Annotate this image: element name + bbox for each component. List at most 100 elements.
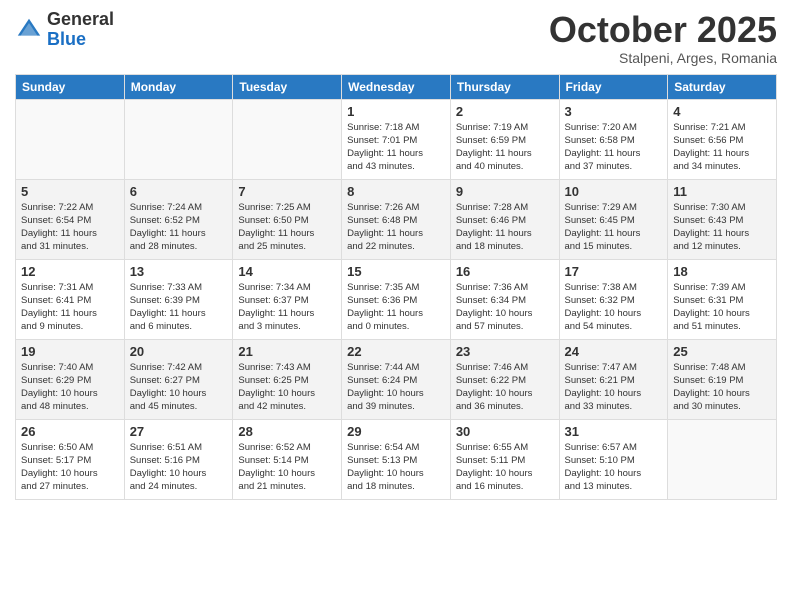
calendar-cell: 10Sunrise: 7:29 AM Sunset: 6:45 PM Dayli… <box>559 179 668 259</box>
calendar-cell: 2 Sunrise: 7:19 AM Sunset: 6:59 PM Daylig… <box>450 99 559 179</box>
day-info: Sunrise: 6:54 AM Sunset: 5:13 PM Dayligh… <box>347 441 445 494</box>
day-info: Sunrise: 7:36 AM Sunset: 6:34 PM Dayligh… <box>456 281 554 334</box>
day-info: Sunrise: 6:50 AM Sunset: 5:17 PM Dayligh… <box>21 441 119 494</box>
header-wednesday: Wednesday <box>342 74 451 99</box>
logo-text: General Blue <box>47 10 114 50</box>
day-info: Sunrise: 7:24 AM Sunset: 6:52 PM Dayligh… <box>130 201 228 254</box>
location-subtitle: Stalpeni, Arges, Romania <box>549 50 777 66</box>
calendar-cell: 27 Sunrise: 6:51 AM Sunset: 5:16 PM Dayli… <box>124 419 233 499</box>
day-number: 16 <box>456 264 554 279</box>
calendar-cell: 12Sunrise: 7:31 AM Sunset: 6:41 PM Dayli… <box>16 259 125 339</box>
day-number: 1 <box>347 104 445 119</box>
day-number: 18 <box>673 264 771 279</box>
calendar-week-row: 12Sunrise: 7:31 AM Sunset: 6:41 PM Dayli… <box>16 259 777 339</box>
day-number: 5 <box>21 184 119 199</box>
day-number: 9 <box>456 184 554 199</box>
day-number: 2 <box>456 104 554 119</box>
header-sunday: Sunday <box>16 74 125 99</box>
header-tuesday: Tuesday <box>233 74 342 99</box>
day-info: Sunrise: 6:57 AM Sunset: 5:10 PM Dayligh… <box>565 441 663 494</box>
day-info: Sunrise: 7:34 AM Sunset: 6:37 PM Dayligh… <box>238 281 336 334</box>
day-number: 3 <box>565 104 663 119</box>
day-number: 26 <box>21 424 119 439</box>
day-number: 15 <box>347 264 445 279</box>
calendar-table: Sunday Monday Tuesday Wednesday Thursday… <box>15 74 777 500</box>
day-info: Sunrise: 7:29 AM Sunset: 6:45 PM Dayligh… <box>565 201 663 254</box>
header-saturday: Saturday <box>668 74 777 99</box>
day-info: Sunrise: 7:33 AM Sunset: 6:39 PM Dayligh… <box>130 281 228 334</box>
day-info: Sunrise: 6:52 AM Sunset: 5:14 PM Dayligh… <box>238 441 336 494</box>
day-info: Sunrise: 7:46 AM Sunset: 6:22 PM Dayligh… <box>456 361 554 414</box>
day-number: 25 <box>673 344 771 359</box>
day-number: 29 <box>347 424 445 439</box>
calendar-cell: 23 Sunrise: 7:46 AM Sunset: 6:22 PM Dayli… <box>450 339 559 419</box>
day-number: 14 <box>238 264 336 279</box>
calendar-cell: 5 Sunrise: 7:22 AM Sunset: 6:54 PM Daylig… <box>16 179 125 259</box>
day-number: 31 <box>565 424 663 439</box>
day-number: 21 <box>238 344 336 359</box>
logo: General Blue <box>15 10 114 50</box>
day-number: 17 <box>565 264 663 279</box>
day-number: 6 <box>130 184 228 199</box>
calendar-cell: 30 Sunrise: 6:55 AM Sunset: 5:11 PM Dayli… <box>450 419 559 499</box>
calendar-cell: 26 Sunrise: 6:50 AM Sunset: 5:17 PM Dayli… <box>16 419 125 499</box>
calendar-cell: 22Sunrise: 7:44 AM Sunset: 6:24 PM Dayli… <box>342 339 451 419</box>
day-number: 4 <box>673 104 771 119</box>
day-number: 8 <box>347 184 445 199</box>
calendar-week-row: 5 Sunrise: 7:22 AM Sunset: 6:54 PM Daylig… <box>16 179 777 259</box>
day-info: Sunrise: 7:26 AM Sunset: 6:48 PM Dayligh… <box>347 201 445 254</box>
day-number: 13 <box>130 264 228 279</box>
logo-general-text: General <box>47 10 114 30</box>
calendar-week-row: 19 Sunrise: 7:40 AM Sunset: 6:29 PM Dayli… <box>16 339 777 419</box>
day-number: 20 <box>130 344 228 359</box>
calendar-cell: 6 Sunrise: 7:24 AM Sunset: 6:52 PM Daylig… <box>124 179 233 259</box>
calendar-cell: 15Sunrise: 7:35 AM Sunset: 6:36 PM Dayli… <box>342 259 451 339</box>
day-info: Sunrise: 7:19 AM Sunset: 6:59 PM Dayligh… <box>456 121 554 174</box>
calendar-cell: 13 Sunrise: 7:33 AM Sunset: 6:39 PM Dayli… <box>124 259 233 339</box>
calendar-week-row: 1 Sunrise: 7:18 AM Sunset: 7:01 PM Daylig… <box>16 99 777 179</box>
calendar-cell: 17 Sunrise: 7:38 AM Sunset: 6:32 PM Dayli… <box>559 259 668 339</box>
calendar-cell: 9 Sunrise: 7:28 AM Sunset: 6:46 PM Daylig… <box>450 179 559 259</box>
title-section: October 2025 Stalpeni, Arges, Romania <box>549 10 777 66</box>
day-info: Sunrise: 7:47 AM Sunset: 6:21 PM Dayligh… <box>565 361 663 414</box>
calendar-cell: 8 Sunrise: 7:26 AM Sunset: 6:48 PM Daylig… <box>342 179 451 259</box>
calendar-cell: 7 Sunrise: 7:25 AM Sunset: 6:50 PM Daylig… <box>233 179 342 259</box>
calendar-cell: 24 Sunrise: 7:47 AM Sunset: 6:21 PM Dayli… <box>559 339 668 419</box>
calendar-cell: 28Sunrise: 6:52 AM Sunset: 5:14 PM Dayli… <box>233 419 342 499</box>
day-info: Sunrise: 7:22 AM Sunset: 6:54 PM Dayligh… <box>21 201 119 254</box>
header-monday: Monday <box>124 74 233 99</box>
day-number: 19 <box>21 344 119 359</box>
month-title: October 2025 <box>549 10 777 50</box>
day-info: Sunrise: 7:30 AM Sunset: 6:43 PM Dayligh… <box>673 201 771 254</box>
header-friday: Friday <box>559 74 668 99</box>
day-info: Sunrise: 7:25 AM Sunset: 6:50 PM Dayligh… <box>238 201 336 254</box>
calendar-cell: 25Sunrise: 7:48 AM Sunset: 6:19 PM Dayli… <box>668 339 777 419</box>
day-number: 12 <box>21 264 119 279</box>
day-number: 30 <box>456 424 554 439</box>
calendar-cell: 18Sunrise: 7:39 AM Sunset: 6:31 PM Dayli… <box>668 259 777 339</box>
day-info: Sunrise: 6:55 AM Sunset: 5:11 PM Dayligh… <box>456 441 554 494</box>
calendar-cell <box>233 99 342 179</box>
calendar-week-row: 26 Sunrise: 6:50 AM Sunset: 5:17 PM Dayli… <box>16 419 777 499</box>
calendar-cell: 4Sunrise: 7:21 AM Sunset: 6:56 PM Daylig… <box>668 99 777 179</box>
calendar-cell: 1 Sunrise: 7:18 AM Sunset: 7:01 PM Daylig… <box>342 99 451 179</box>
day-number: 11 <box>673 184 771 199</box>
day-info: Sunrise: 7:44 AM Sunset: 6:24 PM Dayligh… <box>347 361 445 414</box>
weekday-header-row: Sunday Monday Tuesday Wednesday Thursday… <box>16 74 777 99</box>
day-info: Sunrise: 7:20 AM Sunset: 6:58 PM Dayligh… <box>565 121 663 174</box>
calendar-cell <box>16 99 125 179</box>
day-info: Sunrise: 7:38 AM Sunset: 6:32 PM Dayligh… <box>565 281 663 334</box>
day-number: 24 <box>565 344 663 359</box>
day-info: Sunrise: 7:18 AM Sunset: 7:01 PM Dayligh… <box>347 121 445 174</box>
day-info: Sunrise: 7:40 AM Sunset: 6:29 PM Dayligh… <box>21 361 119 414</box>
day-number: 7 <box>238 184 336 199</box>
calendar-cell: 20Sunrise: 7:42 AM Sunset: 6:27 PM Dayli… <box>124 339 233 419</box>
day-info: Sunrise: 7:28 AM Sunset: 6:46 PM Dayligh… <box>456 201 554 254</box>
logo-blue-text: Blue <box>47 30 114 50</box>
day-info: Sunrise: 6:51 AM Sunset: 5:16 PM Dayligh… <box>130 441 228 494</box>
day-number: 27 <box>130 424 228 439</box>
calendar-cell <box>668 419 777 499</box>
day-number: 23 <box>456 344 554 359</box>
calendar-cell: 16 Sunrise: 7:36 AM Sunset: 6:34 PM Dayli… <box>450 259 559 339</box>
calendar-cell: 14 Sunrise: 7:34 AM Sunset: 6:37 PM Dayli… <box>233 259 342 339</box>
